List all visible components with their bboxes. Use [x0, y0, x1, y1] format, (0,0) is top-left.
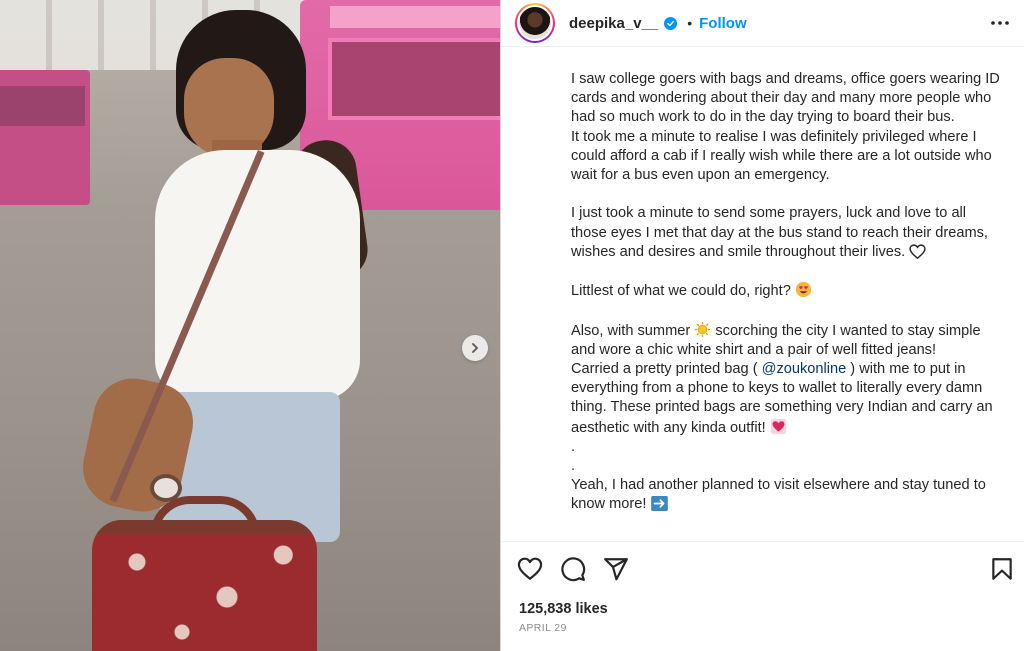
caption-text: Also, with summer [571, 322, 691, 339]
post-side-panel: deepika_v__ • Follow I saw college goers… [500, 0, 1024, 651]
caption-dot: . [571, 438, 576, 455]
next-photo-button[interactable] [462, 335, 488, 361]
bookmark-icon[interactable] [989, 556, 1015, 582]
post-date[interactable]: APRIL 29 [519, 622, 567, 634]
heart-eyes-emoji-icon [795, 282, 812, 298]
post-photo[interactable] [0, 0, 500, 651]
post-caption: I saw college goers with bags and dreams… [571, 70, 1001, 515]
bus-right-sign [330, 6, 500, 28]
caption-paragraph: Yeah, I had another planned to visit els… [571, 476, 1001, 514]
verified-badge-icon [664, 16, 678, 30]
follow-button[interactable]: Follow [699, 15, 747, 32]
actions-bar: 125,838 likes APRIL 29 [501, 541, 1024, 651]
caption-paragraph: I saw college goers with bags and dreams… [571, 71, 1000, 126]
caption-paragraph: Littlest of what we could do, right? [571, 281, 1001, 301]
avatar-image [517, 5, 553, 41]
person-shirt [155, 150, 360, 400]
post-header: deepika_v__ • Follow [501, 0, 1024, 47]
bus-left-window [0, 86, 85, 126]
separator-dot: • [687, 15, 693, 31]
share-icon[interactable] [603, 556, 629, 582]
caption-text: Yeah, I had another planned to visit els… [571, 477, 986, 513]
more-options-button[interactable] [990, 13, 1010, 33]
likes-count[interactable]: 125,838 likes [519, 601, 608, 617]
caption-text: Littlest of what we could do, right? [571, 283, 791, 300]
bus-right-window [328, 38, 500, 120]
bag-trim [92, 520, 317, 534]
caption-paragraph: It took me a minute to realise I was def… [571, 128, 992, 184]
action-icons [517, 556, 629, 582]
caption-paragraph: I just took a minute to send some prayer… [571, 204, 1001, 262]
heart-box-emoji-icon [770, 418, 786, 434]
sun-emoji-icon [695, 321, 711, 337]
username[interactable]: deepika_v__ [569, 15, 658, 32]
mention-link[interactable]: @zoukonline [762, 361, 847, 377]
caption-dot: . [571, 458, 576, 475]
bag-pattern [92, 520, 317, 651]
caption-paragraph: Carried a pretty printed bag ( @zoukonli… [571, 360, 1001, 438]
chevron-right-icon [472, 343, 478, 353]
instagram-post: deepika_v__ • Follow I saw college goers… [0, 0, 1024, 651]
comment-icon[interactable] [560, 556, 586, 582]
caption-text: Carried a pretty printed bag ( [571, 361, 758, 377]
avatar[interactable] [515, 3, 555, 43]
printed-bag [92, 520, 317, 651]
white-heart-icon [909, 244, 926, 259]
caption-paragraph: Also, with summer scorching the city I w… [571, 321, 1001, 360]
ellipsis-icon [991, 21, 1009, 25]
heart-icon[interactable] [517, 556, 543, 582]
right-arrow-emoji-icon [650, 496, 668, 512]
